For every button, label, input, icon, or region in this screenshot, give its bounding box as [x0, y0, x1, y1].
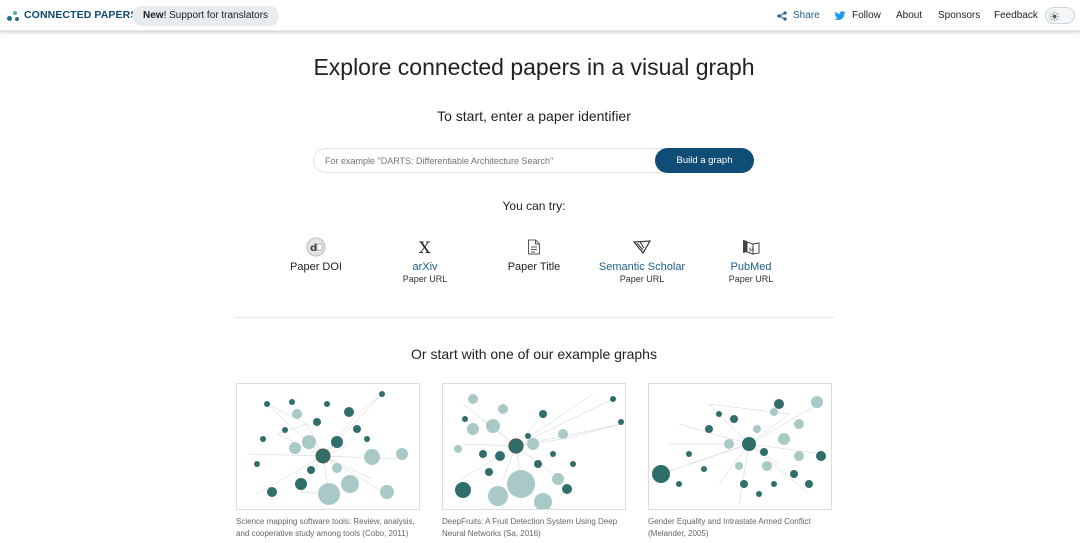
feedback-link[interactable]: Feedback	[994, 0, 1038, 31]
example-caption-1[interactable]: Science mapping software tools: Review, …	[236, 516, 436, 540]
section-divider	[234, 317, 834, 318]
option-pubmed[interactable]: M PubMed Paper URL	[696, 236, 806, 284]
page-title: Explore connected papers in a visual gra…	[313, 54, 755, 80]
option-label: Paper Title	[507, 261, 561, 273]
svg-text:X: X	[419, 238, 431, 256]
caption-line: and cooperative study among tools (Cobo,…	[236, 529, 409, 538]
arxiv-icon: X	[370, 236, 480, 258]
example-graph-2[interactable]	[442, 383, 626, 510]
pubmed-icon: M	[696, 236, 806, 258]
option-label: Paper DOI	[290, 261, 342, 273]
option-semantic-scholar[interactable]: Semantic Scholar Paper URL	[587, 236, 697, 284]
graph-thumbnail	[248, 391, 408, 505]
option-label: arXiv	[412, 261, 438, 273]
announcement-bold: New	[143, 10, 164, 21]
semantic-scholar-icon	[587, 236, 697, 258]
share-button[interactable]: Share	[777, 0, 820, 31]
sun-icon	[1048, 10, 1060, 22]
option-label: Semantic Scholar	[598, 261, 686, 273]
logo-text: CONNECTED PAPERS	[24, 9, 138, 21]
example-caption-3[interactable]: Gender Equality and Intrastate Armed Con…	[648, 516, 848, 540]
example-caption-2[interactable]: DeepFruits: A Fruit Detection System Usi…	[442, 516, 642, 540]
share-icon	[777, 10, 787, 21]
follow-label: Follow	[852, 10, 881, 21]
example-graph-3[interactable]	[648, 383, 832, 510]
caption-line: (Melander, 2005)	[648, 529, 709, 538]
logo-icon	[7, 8, 20, 22]
caption-line: Gender Equality and Intrastate Armed Con…	[648, 517, 811, 526]
option-sublabel: Paper URL	[619, 274, 665, 284]
twitter-icon	[834, 10, 846, 21]
theme-toggle[interactable]	[1045, 7, 1075, 24]
try-label: You can try:	[502, 199, 566, 213]
svg-text:M: M	[749, 247, 754, 254]
caption-line: DeepFruits: A Fruit Detection System Usi…	[442, 517, 618, 526]
follow-button[interactable]: Follow	[834, 0, 881, 31]
graph-thumbnail	[652, 396, 826, 505]
svg-text:d: d	[310, 243, 317, 254]
option-sublabel: Paper URL	[402, 274, 448, 284]
option-paper-title[interactable]: Paper Title	[479, 236, 589, 273]
option-sublabel: Paper URL	[728, 274, 774, 284]
graph-thumbnail	[452, 393, 624, 509]
announcement-text: ! Support for translators	[163, 10, 269, 21]
about-link[interactable]: About	[896, 0, 922, 31]
build-graph-button[interactable]: Build a graph	[655, 148, 754, 173]
top-navigation-bar: CONNECTED PAPERS New! Support for transl…	[0, 0, 1080, 31]
document-icon	[479, 236, 589, 258]
search-input[interactable]	[325, 153, 655, 169]
caption-line: Neural Networks (Sa, 2016)	[442, 529, 541, 538]
option-paper-doi[interactable]: d Paper DOI	[261, 236, 371, 273]
option-arxiv[interactable]: X arXiv Paper URL	[370, 236, 480, 284]
sponsors-link[interactable]: Sponsors	[938, 0, 980, 31]
option-label: PubMed	[730, 261, 772, 273]
logo[interactable]: CONNECTED PAPERS	[7, 8, 137, 22]
announcement-pill[interactable]: New! Support for translators	[132, 6, 280, 26]
caption-line: Science mapping software tools: Review, …	[236, 517, 415, 526]
share-label: Share	[793, 10, 820, 21]
page-subtitle: To start, enter a paper identifier	[437, 108, 631, 124]
examples-heading: Or start with one of our example graphs	[411, 346, 657, 362]
example-graph-1[interactable]	[236, 383, 420, 510]
doi-icon: d	[261, 236, 371, 258]
